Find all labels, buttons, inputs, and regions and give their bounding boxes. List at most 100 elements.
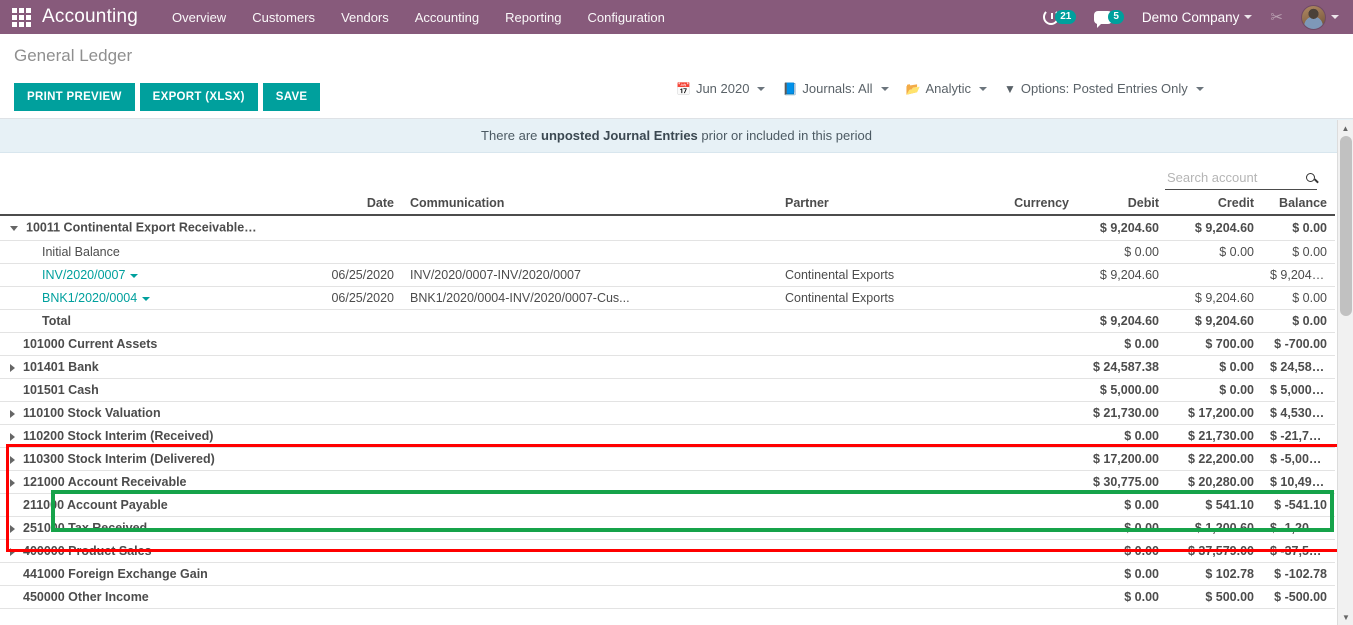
- chevron-down-icon[interactable]: [130, 273, 139, 278]
- collapse-arrow-icon[interactable]: [10, 225, 18, 231]
- account-name-cell[interactable]: 441000 Foreign Exchange Gain: [0, 562, 282, 586]
- cell-date: [282, 562, 402, 586]
- menu-item-vendors[interactable]: Vendors: [341, 10, 389, 25]
- move-name-cell[interactable]: BNK1/2020/0004: [0, 286, 282, 310]
- expand-arrow-icon[interactable]: [10, 547, 15, 556]
- app-brand-title[interactable]: Accounting: [42, 6, 138, 28]
- cell-debit: $ 0.00: [1077, 539, 1167, 563]
- cell-debit: $ 9,204.60: [1077, 215, 1167, 241]
- expand-arrow-icon[interactable]: [10, 478, 15, 487]
- cell-debit: $ 0.00: [1077, 585, 1167, 609]
- account-name-cell[interactable]: 251000 Tax Received: [0, 516, 282, 540]
- company-switcher[interactable]: Demo Company: [1142, 10, 1253, 25]
- account-name-cell[interactable]: 211000 Account Payable: [0, 493, 282, 517]
- chevron-down-icon[interactable]: [142, 296, 151, 301]
- account-name: 441000 Foreign Exchange Gain: [23, 567, 208, 581]
- cell-currency: [977, 309, 1077, 333]
- account-name-cell[interactable]: 101000 Current Assets: [0, 332, 282, 356]
- cell-currency: [977, 516, 1077, 540]
- cell-date: [282, 424, 402, 448]
- cell-date: [282, 516, 402, 540]
- table-row-journal-line[interactable]: INV/2020/0007 06/25/2020 INV/2020/0007-I…: [0, 263, 1335, 287]
- table-row[interactable]: 110300 Stock Interim (Delivered) $ 17,200…: [0, 447, 1335, 471]
- table-row[interactable]: 121000 Account Receivable $ 30,775.00 $ 20…: [0, 470, 1335, 494]
- account-name-cell[interactable]: 10011 Continental Export Receivable ⇒ jou…: [0, 215, 282, 241]
- print-preview-button[interactable]: PRINT PREVIEW: [14, 83, 135, 111]
- table-row[interactable]: 251000 Tax Received $ 0.00 $ 1,200.60 $ -1,…: [0, 516, 1335, 540]
- account-name-cell[interactable]: 110100 Stock Valuation: [0, 401, 282, 425]
- messaging-menu[interactable]: 5: [1094, 10, 1124, 28]
- cell-currency: [977, 493, 1077, 517]
- expand-arrow-icon[interactable]: [10, 455, 15, 464]
- cell-partner: [777, 355, 977, 379]
- table-row[interactable]: 211000 Account Payable $ 0.00 $ 541.10 $ -5…: [0, 493, 1335, 517]
- scrollbar-thumb[interactable]: [1340, 136, 1352, 316]
- table-row[interactable]: 450000 Other Income $ 0.00 $ 500.00 $ -500.…: [0, 585, 1335, 609]
- book-icon: 📘: [782, 81, 798, 96]
- vertical-scrollbar[interactable]: ▲ ▼: [1337, 120, 1353, 625]
- table-row-expanded-account[interactable]: 10011 Continental Export Receivable ⇒ jou…: [0, 215, 1335, 241]
- cell-credit: $ 541.10: [1167, 493, 1262, 517]
- search-input[interactable]: [1165, 169, 1287, 186]
- column-header-communication: Communication: [402, 196, 777, 216]
- table-row[interactable]: 101000 Current Assets $ 0.00 $ 700.00 $ -70…: [0, 332, 1335, 356]
- account-name-cell[interactable]: 450000 Other Income: [0, 585, 282, 609]
- move-link[interactable]: INV/2020/0007: [42, 268, 125, 282]
- cell-balance: $ -700.00: [1262, 332, 1335, 356]
- table-row[interactable]: 441000 Foreign Exchange Gain $ 0.00 $ 102.…: [0, 562, 1335, 586]
- expand-arrow-icon[interactable]: [10, 432, 15, 441]
- apps-grid-icon[interactable]: [8, 6, 34, 28]
- account-name-cell[interactable]: 400000 Product Sales: [0, 539, 282, 563]
- account-name: 121000 Account Receivable: [23, 475, 187, 489]
- account-name: 101000 Current Assets: [23, 337, 158, 351]
- scroll-down-arrow-icon[interactable]: ▼: [1338, 609, 1353, 625]
- menu-item-customers[interactable]: Customers: [252, 10, 315, 25]
- table-row[interactable]: 101401 Bank $ 24,587.38 $ 0.00 $ 24,587.38: [0, 355, 1335, 379]
- account-name-cell[interactable]: 121000 Account Receivable: [0, 470, 282, 494]
- funnel-icon: ▼: [1003, 81, 1016, 96]
- cell-communication: [402, 516, 777, 540]
- search-area: [0, 153, 1353, 196]
- tools-icon[interactable]: ✂: [1270, 10, 1283, 25]
- search-icon[interactable]: [1306, 173, 1315, 182]
- expand-arrow-icon[interactable]: [10, 409, 15, 418]
- cell-partner: [777, 585, 977, 609]
- menu-item-configuration[interactable]: Configuration: [587, 10, 664, 25]
- account-name-cell[interactable]: 101501 Cash: [0, 378, 282, 402]
- user-menu[interactable]: [1301, 4, 1339, 30]
- table-row[interactable]: 400000 Product Sales $ 0.00 $ 37,579.00 $ -…: [0, 539, 1335, 563]
- cell-currency: [977, 447, 1077, 471]
- account-name-cell[interactable]: 110200 Stock Interim (Received): [0, 424, 282, 448]
- table-row[interactable]: 110200 Stock Interim (Received) $ 0.00 $ 2…: [0, 424, 1335, 448]
- account-name: 211000 Account Payable: [23, 498, 168, 512]
- table-row[interactable]: 101501 Cash $ 5,000.00 $ 0.00 $ 5,000.00: [0, 378, 1335, 402]
- date-filter[interactable]: 📅 Jun 2020: [676, 81, 766, 96]
- table-row-journal-line[interactable]: BNK1/2020/0004 06/25/2020 BNK1/2020/0004…: [0, 286, 1335, 310]
- menu-item-overview[interactable]: Overview: [172, 10, 226, 25]
- search-box[interactable]: [1165, 169, 1317, 190]
- cell-debit: $ 0.00: [1077, 516, 1167, 540]
- table-row[interactable]: 110100 Stock Valuation $ 21,730.00 $ 17,20…: [0, 401, 1335, 425]
- export-xlsx-button[interactable]: EXPORT (XLSX): [139, 83, 258, 111]
- expand-arrow-icon[interactable]: [10, 524, 15, 533]
- menu-item-accounting[interactable]: Accounting: [415, 10, 479, 25]
- options-filter[interactable]: ▼ Options: Posted Entries Only: [1004, 81, 1204, 96]
- activity-menu[interactable]: 21: [1043, 9, 1077, 25]
- scroll-up-arrow-icon[interactable]: ▲: [1338, 120, 1353, 136]
- expand-arrow-icon[interactable]: [10, 363, 15, 372]
- cell-communication: [402, 447, 777, 471]
- cell-credit: $ 21,730.00: [1167, 424, 1262, 448]
- account-name: 110100 Stock Valuation: [23, 406, 161, 420]
- journals-filter[interactable]: 📘 Journals: All: [782, 81, 889, 96]
- move-name-cell[interactable]: INV/2020/0007: [0, 263, 282, 287]
- account-name-cell[interactable]: 110300 Stock Interim (Delivered): [0, 447, 282, 471]
- cell-partner: [777, 539, 977, 563]
- save-button[interactable]: SAVE: [262, 83, 321, 111]
- account-name-cell[interactable]: 101401 Bank: [0, 355, 282, 379]
- menu-item-reporting[interactable]: Reporting: [505, 10, 561, 25]
- analytic-filter[interactable]: 📂 Analytic: [906, 81, 987, 96]
- account-name: 251000 Tax Received: [23, 521, 148, 535]
- cell-communication: [402, 493, 777, 517]
- cell-currency: [977, 378, 1077, 402]
- move-link[interactable]: BNK1/2020/0004: [42, 291, 137, 305]
